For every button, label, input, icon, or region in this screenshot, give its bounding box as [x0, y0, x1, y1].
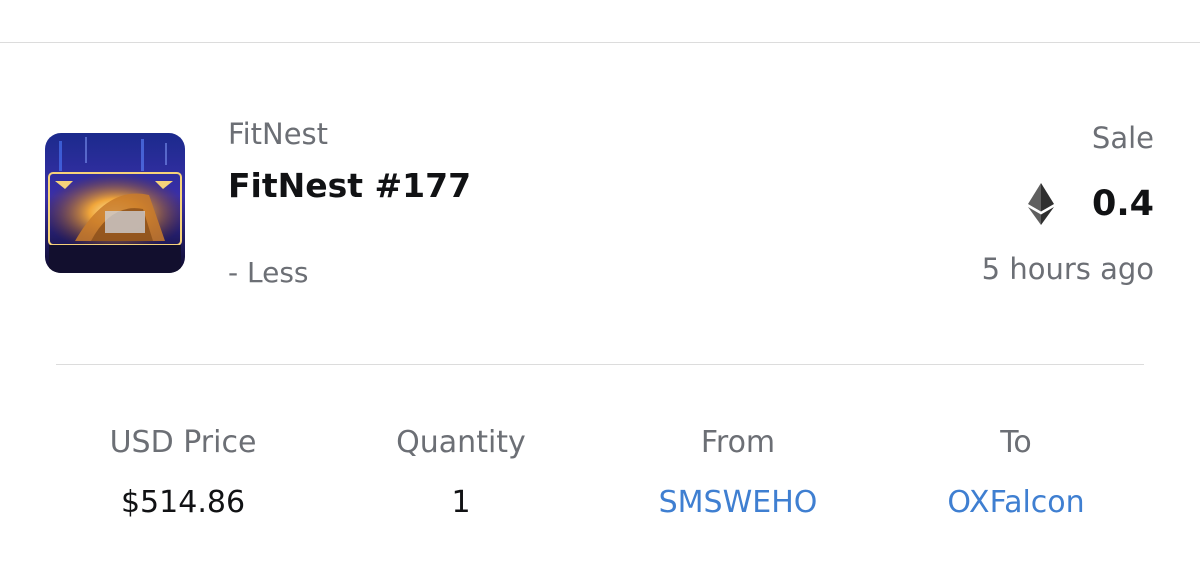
quantity-column: Quantity 1	[323, 420, 599, 526]
to-column: To OXFalcon	[878, 420, 1154, 526]
quantity-label: Quantity	[396, 425, 526, 460]
show-less-toggle[interactable]: - Less	[228, 255, 309, 291]
top-divider	[0, 42, 1200, 43]
usd-price-value: $514.86	[120, 485, 246, 520]
usd-price-column: USD Price $514.86	[45, 420, 321, 526]
from-label: From	[700, 425, 776, 460]
to-user-link[interactable]: OXFalcon	[878, 480, 1154, 526]
eth-price-value: 0.4	[1091, 184, 1154, 224]
section-divider	[56, 364, 1144, 365]
from-column: From SMSWEHO	[600, 420, 876, 526]
transaction-details: USD Price $514.86 Quantity 1 From SMSWEH…	[45, 420, 1155, 540]
usd-price-label: USD Price	[109, 425, 257, 460]
nft-artwork-image	[45, 133, 185, 273]
nft-thumbnail[interactable]	[45, 133, 185, 273]
ethereum-icon	[1027, 183, 1054, 225]
event-type-label: Sale	[1091, 121, 1154, 155]
collection-name[interactable]: FitNest	[228, 116, 328, 152]
from-user-link[interactable]: SMSWEHO	[600, 480, 876, 526]
timestamp[interactable]: 5 hours ago	[982, 251, 1154, 287]
to-label: To	[1000, 425, 1032, 460]
quantity-value: 1	[451, 485, 471, 520]
sale-price: 0.4	[1027, 180, 1154, 228]
item-title[interactable]: FitNest #177	[228, 164, 471, 208]
